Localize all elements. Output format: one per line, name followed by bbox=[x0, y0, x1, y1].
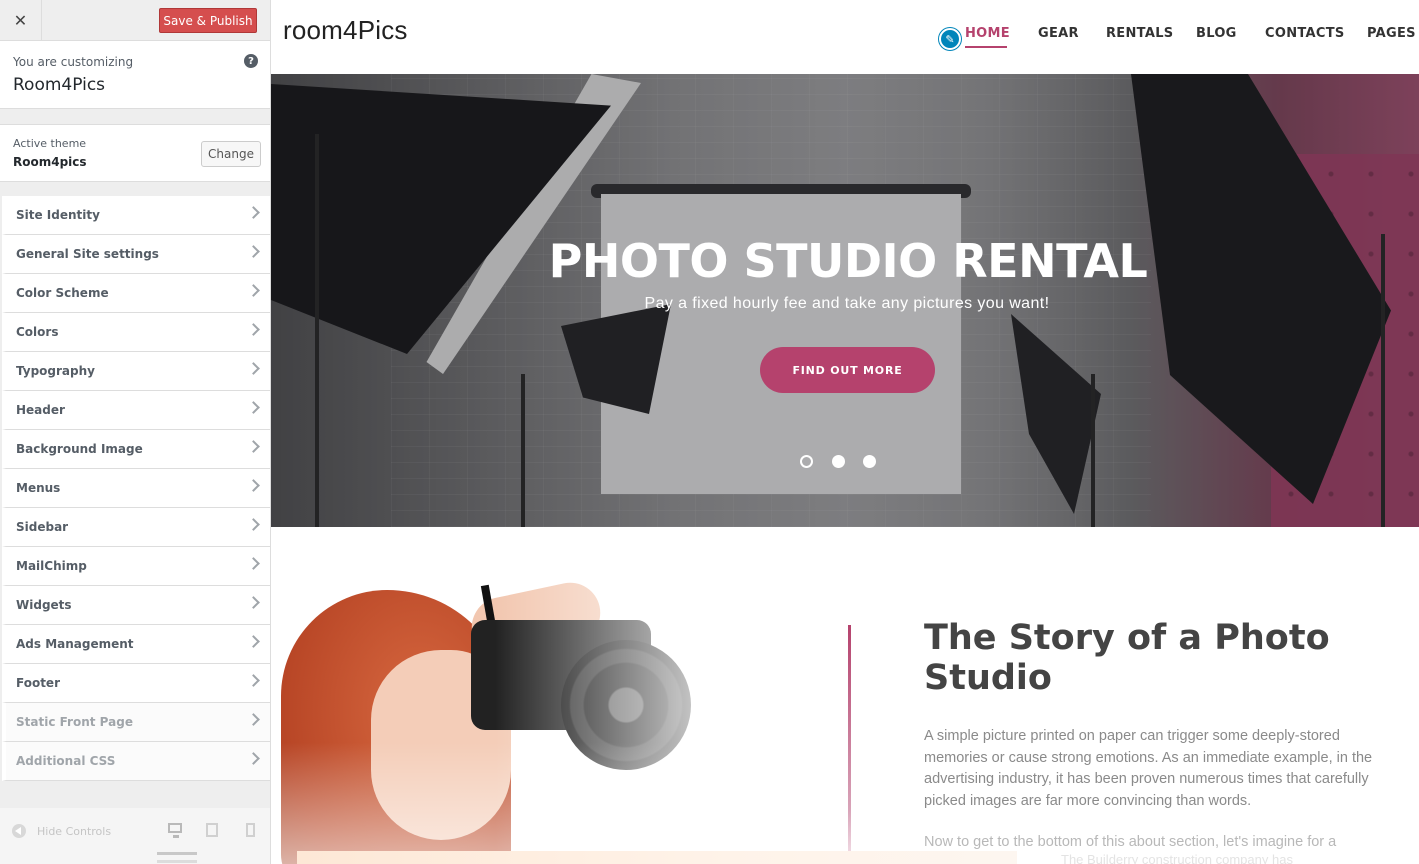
chevron-right-icon bbox=[247, 596, 260, 609]
section-background-image[interactable]: Background Image bbox=[2, 430, 270, 469]
nav-active-underline bbox=[965, 46, 1007, 48]
section-label: Color Scheme bbox=[16, 286, 109, 300]
section-site-identity[interactable]: Site Identity bbox=[2, 196, 270, 235]
nav-contacts[interactable]: CONTACTS bbox=[1265, 26, 1345, 41]
slider-dot-1[interactable] bbox=[800, 455, 813, 468]
section-label: Ads Management bbox=[16, 637, 134, 651]
customizer-footer: Hide Controls bbox=[0, 808, 270, 864]
hero-slider: PHOTO STUDIO RENTAL Pay a fixed hourly f… bbox=[271, 74, 1419, 527]
section-sidebar[interactable]: Sidebar bbox=[2, 508, 270, 547]
nav-pages[interactable]: PAGES bbox=[1367, 26, 1416, 41]
section-general-site-settings[interactable]: General Site settings bbox=[2, 235, 270, 274]
about-title: The Story of a Photo Studio bbox=[924, 618, 1330, 698]
chevron-right-icon bbox=[247, 440, 260, 453]
close-icon[interactable]: ✕ bbox=[0, 0, 42, 40]
edit-shortcut-pencil-icon[interactable]: ✎ bbox=[939, 28, 961, 50]
section-label: Menus bbox=[16, 481, 61, 495]
section-label: Widgets bbox=[16, 598, 72, 612]
mobile-preview-icon[interactable] bbox=[246, 823, 255, 837]
hero-subtitle: Pay a fixed hourly fee and take any pict… bbox=[644, 295, 1050, 312]
nav-home[interactable]: HOME bbox=[965, 26, 1010, 41]
section-footer[interactable]: Footer bbox=[2, 664, 270, 703]
section-label: Static Front Page bbox=[16, 715, 133, 729]
slider-dot-3[interactable] bbox=[863, 455, 876, 468]
section-label: Header bbox=[16, 403, 65, 417]
site-name: Room4Pics bbox=[13, 75, 106, 95]
section-label: Typography bbox=[16, 364, 95, 378]
active-theme-label: Active theme bbox=[13, 137, 87, 150]
active-device-indicator bbox=[157, 852, 197, 855]
section-typography[interactable]: Typography bbox=[2, 352, 270, 391]
customizing-label: You are customizing bbox=[13, 55, 134, 69]
active-theme-value: Room4pics bbox=[13, 155, 87, 169]
photographer-image bbox=[271, 560, 831, 864]
chevron-right-icon bbox=[247, 323, 260, 336]
chevron-right-icon bbox=[247, 713, 260, 726]
section-label: Site Identity bbox=[16, 208, 100, 222]
section-color-scheme[interactable]: Color Scheme bbox=[2, 274, 270, 313]
tablet-preview-icon[interactable] bbox=[206, 823, 218, 837]
section-static-front-page[interactable]: Static Front Page bbox=[2, 703, 270, 742]
section-label: Background Image bbox=[16, 442, 143, 456]
chevron-right-icon bbox=[247, 206, 260, 219]
accent-divider bbox=[848, 625, 851, 855]
section-colors[interactable]: Colors bbox=[2, 313, 270, 352]
save-publish-button[interactable]: Save & Publish bbox=[159, 8, 257, 33]
chevron-right-icon bbox=[247, 401, 260, 414]
next-section-strip bbox=[297, 851, 1017, 864]
customizer-sections: Site Identity General Site settings Colo… bbox=[2, 196, 270, 781]
chevron-right-icon bbox=[247, 245, 260, 258]
customizer-header: ✕ Save & Publish bbox=[0, 0, 270, 41]
active-theme-section: Active theme Room4pics Change bbox=[0, 124, 270, 182]
find-out-more-button[interactable]: FIND OUT MORE bbox=[760, 347, 935, 393]
nav-blog[interactable]: BLOG bbox=[1196, 26, 1237, 41]
section-menus[interactable]: Menus bbox=[2, 469, 270, 508]
section-label: Sidebar bbox=[16, 520, 69, 534]
device-indicator-shadow bbox=[157, 860, 197, 863]
customizer-info: You are customizing Room4Pics ? bbox=[0, 41, 270, 109]
site-logo[interactable]: room4Pics bbox=[283, 15, 408, 46]
chevron-right-icon bbox=[247, 284, 260, 297]
chevron-right-icon bbox=[247, 479, 260, 492]
site-preview: room4Pics ✎ HOME GEAR RENTALS BLOG CONTA… bbox=[271, 0, 1419, 864]
about-paragraph: A simple picture printed on paper can tr… bbox=[924, 728, 1373, 810]
section-ads-management[interactable]: Ads Management bbox=[2, 625, 270, 664]
slider-dot-2[interactable] bbox=[832, 455, 845, 468]
nav-rentals[interactable]: RENTALS bbox=[1106, 26, 1173, 41]
collapse-icon[interactable] bbox=[12, 824, 26, 838]
section-additional-css[interactable]: Additional CSS bbox=[2, 742, 270, 781]
section-label: Colors bbox=[16, 325, 59, 339]
hero-title: PHOTO STUDIO RENTAL bbox=[548, 234, 1148, 288]
section-label: Additional CSS bbox=[16, 754, 116, 768]
section-mailchimp[interactable]: MailChimp bbox=[2, 547, 270, 586]
chevron-right-icon bbox=[247, 362, 260, 375]
help-icon[interactable]: ? bbox=[244, 54, 258, 68]
photo-fade-bottom bbox=[271, 560, 831, 864]
hide-controls-button[interactable]: Hide Controls bbox=[37, 825, 111, 838]
section-widgets[interactable]: Widgets bbox=[2, 586, 270, 625]
chevron-right-icon bbox=[247, 635, 260, 648]
site-header: room4Pics ✎ HOME GEAR RENTALS BLOG CONTA… bbox=[271, 0, 1419, 74]
chevron-right-icon bbox=[247, 752, 260, 765]
section-header[interactable]: Header bbox=[2, 391, 270, 430]
about-paragraph-3: The Builderry construction company has bbox=[1061, 852, 1293, 864]
chevron-right-icon bbox=[247, 518, 260, 531]
desktop-preview-icon[interactable] bbox=[168, 823, 182, 838]
chevron-right-icon bbox=[247, 674, 260, 687]
chevron-right-icon bbox=[247, 557, 260, 570]
change-theme-button[interactable]: Change bbox=[201, 141, 261, 167]
section-label: Footer bbox=[16, 676, 60, 690]
section-label: MailChimp bbox=[16, 559, 87, 573]
section-label: General Site settings bbox=[16, 247, 159, 261]
nav-gear[interactable]: GEAR bbox=[1038, 26, 1079, 41]
customizer-panel: ✕ Save & Publish You are customizing Roo… bbox=[0, 0, 271, 864]
